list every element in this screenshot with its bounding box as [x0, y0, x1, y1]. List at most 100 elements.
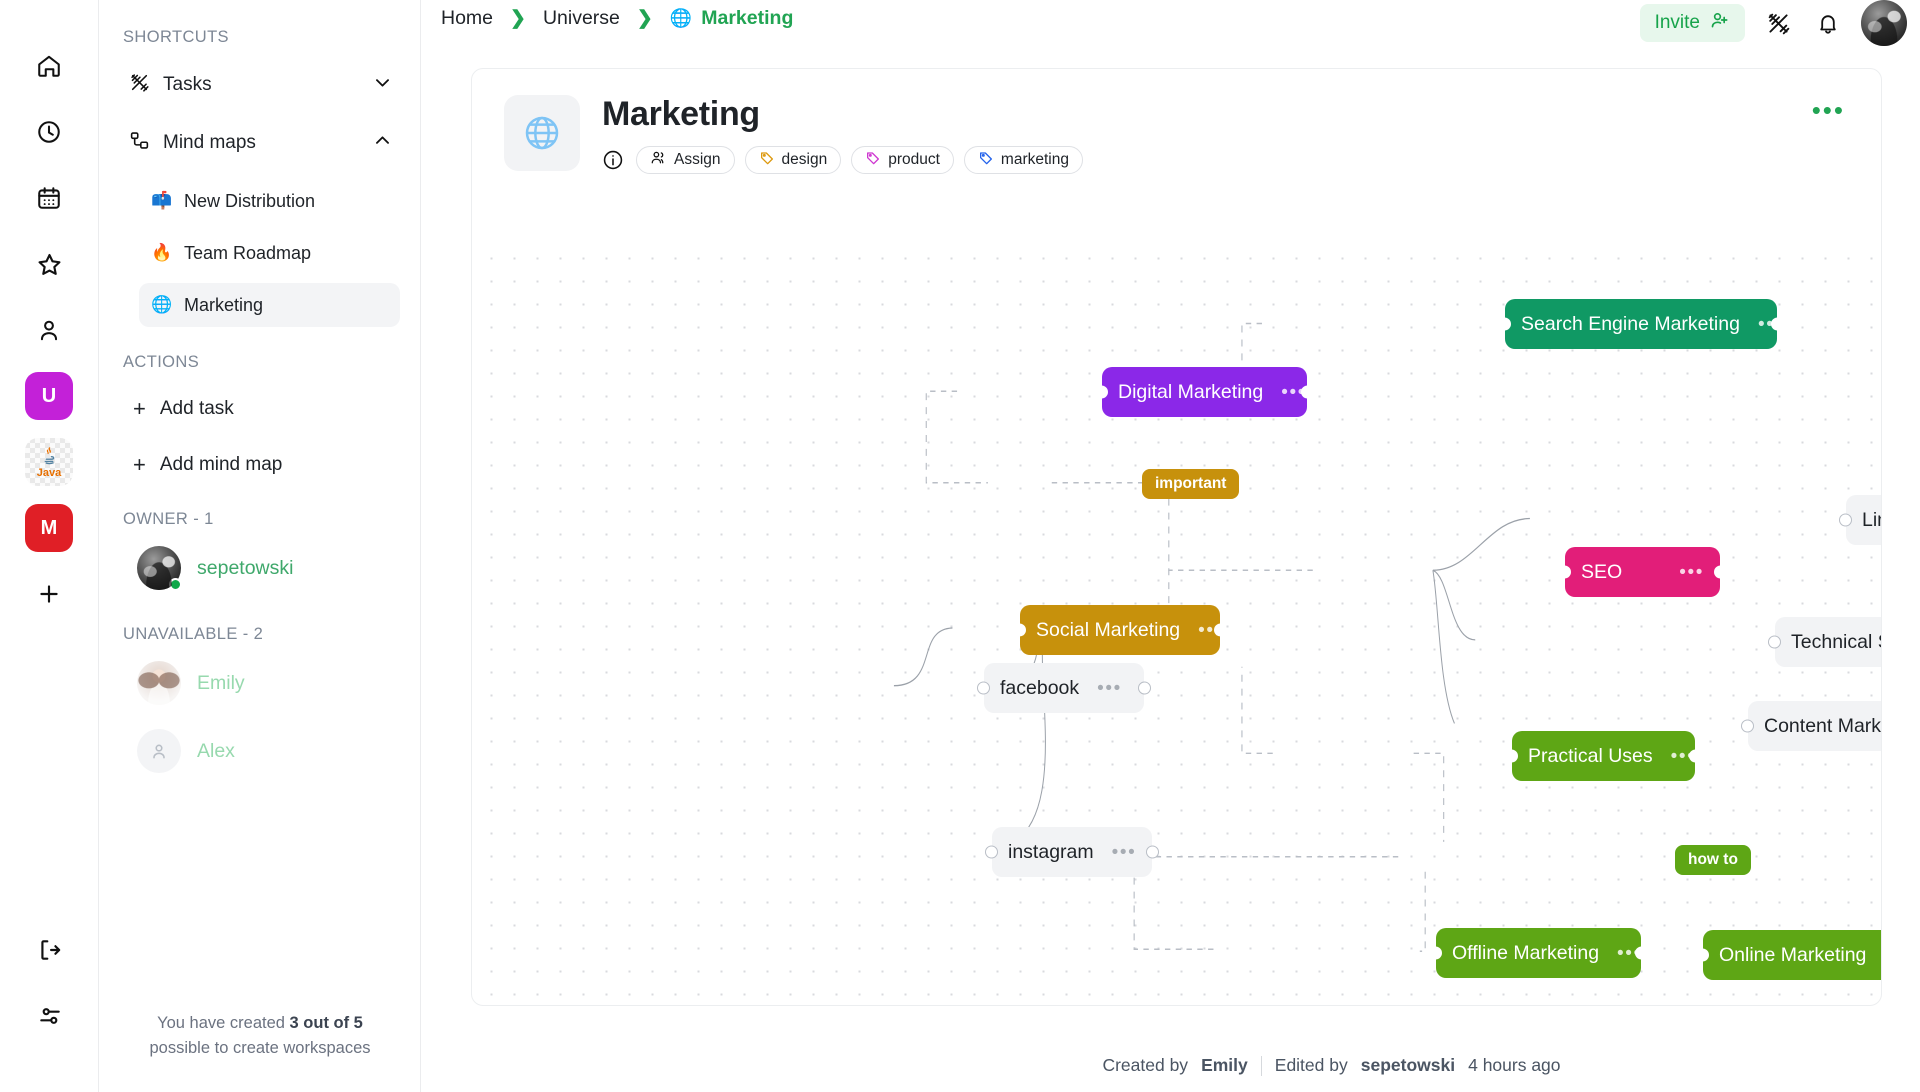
node-port-left[interactable]	[1498, 317, 1511, 331]
card-header: Marketing Assign design product marketin…	[472, 69, 1881, 211]
tag-product-label: product	[888, 151, 940, 168]
breadcrumb-universe[interactable]: Universe	[543, 7, 620, 30]
sidebar-group-tasks[interactable]: Tasks	[117, 63, 404, 107]
assign-label: Assign	[674, 151, 721, 168]
workspace-m[interactable]: M	[25, 504, 73, 552]
tag-icon	[865, 150, 881, 171]
logout-icon[interactable]	[26, 926, 74, 974]
divider	[1260, 1055, 1262, 1076]
sidebar-item-team-roadmap-label: Team Roadmap	[184, 242, 312, 263]
tools-icon[interactable]	[1761, 6, 1795, 40]
node-port-left[interactable]	[1696, 948, 1709, 962]
member-emily[interactable]: Emily	[129, 654, 404, 712]
assign-button[interactable]: Assign	[636, 146, 735, 174]
sidebar-item-new-distribution[interactable]: 📫 New Distribution	[139, 179, 400, 223]
workspace-java[interactable]: Java	[25, 438, 73, 486]
mindmap-tag-important[interactable]: important	[1142, 469, 1240, 499]
mindmap-node-instagram[interactable]: instagram •••	[985, 827, 1159, 877]
mindmap-node-offline-marketing[interactable]: Offline Marketing •••	[1429, 928, 1648, 978]
app-root: U Java M SHORTCUTS Tasks Mind maps 📫 New…	[0, 0, 1920, 1092]
user-avatar[interactable]	[1861, 0, 1907, 46]
home-icon[interactable]	[25, 42, 73, 90]
node-port-left[interactable]	[1768, 635, 1781, 649]
node-port-left[interactable]	[985, 845, 998, 859]
workspace-m-letter: M	[40, 516, 58, 539]
card-more-button[interactable]: •••	[1812, 97, 1845, 123]
node-port-left[interactable]	[1558, 565, 1571, 579]
mindmap-canvas[interactable]: Search Engine Marketing ••• Digital Mark…	[472, 239, 1881, 1005]
mindmap-tag-how-to[interactable]: how to	[1675, 845, 1751, 875]
node-more-button[interactable]: •••	[1097, 679, 1122, 698]
mindmap-node-search-engine-marketing[interactable]: Search Engine Marketing •••	[1498, 299, 1784, 349]
quota-pre: You have created	[157, 1013, 290, 1032]
tag-product[interactable]: product	[851, 146, 954, 174]
workspace-java-letter: Java	[36, 467, 62, 479]
node-port-left[interactable]	[1095, 385, 1108, 399]
mindmap-node-content-marketing[interactable]: Content Marketing •••	[1741, 701, 1881, 751]
node-port-right[interactable]	[1214, 623, 1227, 637]
node-port-left[interactable]	[1013, 623, 1026, 637]
node-port-right[interactable]	[1714, 565, 1727, 579]
member-alex-name: Alex	[197, 739, 235, 762]
node-more-button[interactable]: •••	[1679, 563, 1704, 582]
node-port-left[interactable]	[1505, 749, 1518, 763]
user-icon[interactable]	[25, 306, 73, 354]
tag-icon	[978, 150, 994, 171]
node-label: Practical Uses	[1528, 744, 1653, 767]
chevron-down-icon[interactable]	[373, 73, 392, 98]
mindmap-node-links[interactable]: Links •••	[1839, 495, 1881, 545]
workspace-u[interactable]: U	[25, 372, 73, 420]
sidebar-item-team-roadmap[interactable]: 🔥 Team Roadmap	[139, 231, 400, 275]
bell-icon[interactable]	[1811, 6, 1845, 40]
breadcrumb-home[interactable]: Home	[441, 7, 493, 30]
node-port-left[interactable]	[1741, 719, 1754, 733]
sidebar-item-marketing[interactable]: 🌐 Marketing	[139, 283, 400, 327]
rail-bottom-group	[0, 926, 99, 1058]
tag-marketing[interactable]: marketing	[963, 146, 1083, 174]
node-port-left[interactable]	[1429, 946, 1442, 960]
mindmap-node-technical-seo[interactable]: Technical SEO •••	[1768, 617, 1881, 667]
node-label: Offline Marketing	[1452, 941, 1600, 964]
tag-design[interactable]: design	[744, 146, 842, 174]
info-icon[interactable]	[602, 149, 624, 171]
node-port-right[interactable]	[1635, 946, 1648, 960]
mindmap-node-practical-uses[interactable]: Practical Uses •••	[1505, 731, 1702, 781]
card-chips: Assign design product marketing	[602, 146, 1083, 174]
node-port-left[interactable]	[977, 681, 990, 695]
plus-icon: +	[133, 452, 146, 477]
calendar-icon[interactable]	[25, 174, 73, 222]
node-port-right[interactable]	[1301, 385, 1314, 399]
page-title: Marketing	[602, 95, 760, 133]
user-plus-icon	[1710, 10, 1730, 36]
sidebar-section-shortcuts: SHORTCUTS	[123, 28, 229, 46]
node-port-left[interactable]	[1839, 513, 1852, 527]
node-port-right[interactable]	[1689, 749, 1702, 763]
mindmap-node-digital-marketing[interactable]: Digital Marketing •••	[1095, 367, 1314, 417]
add-mind-map-button[interactable]: + Add mind map	[121, 444, 404, 486]
mindmap-node-seo[interactable]: SEO •••	[1558, 547, 1727, 597]
mindmap-node-online-marketing[interactable]: Online Marketing •••	[1696, 930, 1881, 980]
avatar	[137, 729, 181, 773]
mindmap-node-social-marketing[interactable]: Social Marketing •••	[1013, 605, 1227, 655]
chevron-up-icon[interactable]	[373, 131, 392, 156]
node-label: Technical SEO	[1791, 630, 1881, 653]
node-port-right[interactable]	[1146, 845, 1159, 859]
add-workspace-button[interactable]	[25, 570, 73, 618]
add-task-button[interactable]: + Add task	[121, 388, 404, 430]
clock-icon[interactable]	[25, 108, 73, 156]
node-port-right[interactable]	[1771, 317, 1784, 331]
mindmap-node-facebook[interactable]: facebook •••	[977, 663, 1151, 713]
star-icon[interactable]	[25, 240, 73, 288]
globe-icon: 🌐	[669, 7, 693, 28]
breadcrumb-marketing[interactable]: 🌐 Marketing	[670, 7, 794, 30]
node-port-right[interactable]	[1138, 681, 1151, 695]
member-owner[interactable]: sepetowski	[129, 539, 404, 597]
member-alex[interactable]: Alex	[129, 722, 404, 780]
node-label: Links	[1862, 508, 1881, 531]
node-more-button[interactable]: •••	[1112, 843, 1137, 862]
quota-post: possible to create workspaces	[149, 1039, 371, 1058]
sidebar-group-mindmaps[interactable]: Mind maps	[117, 121, 404, 165]
invite-button[interactable]: Invite	[1639, 4, 1745, 42]
breadcrumb-separator: ❯	[510, 7, 526, 29]
settings-sliders-icon[interactable]	[26, 992, 74, 1040]
